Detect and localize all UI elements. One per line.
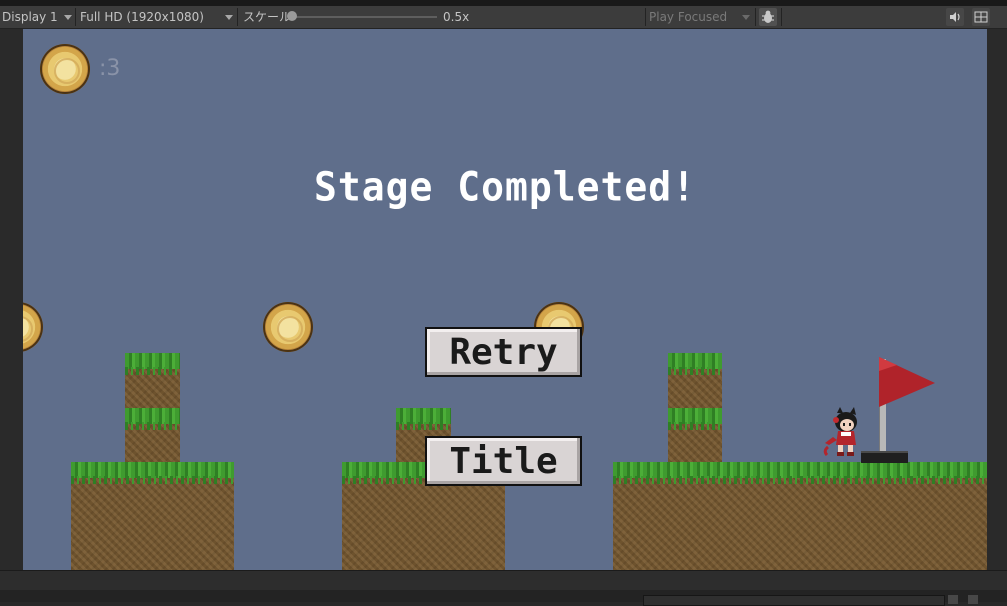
goal-flag-icon	[879, 357, 935, 407]
scale-label: スケール	[243, 10, 292, 24]
collectible-coin-icon	[263, 302, 313, 352]
game-view-toolbar: Display 1 Full HD (1920x1080) スケール 0.5x …	[0, 6, 1007, 29]
toolbar-separator	[755, 8, 756, 26]
display-dropdown[interactable]: Display 1	[2, 9, 58, 25]
status-button[interactable]	[948, 595, 958, 604]
display-dropdown-arrow-icon[interactable]	[64, 15, 72, 20]
collectible-coin-icon	[23, 302, 43, 352]
grass-block	[125, 408, 180, 462]
toolbar-separator	[75, 8, 76, 26]
retry-button[interactable]: Retry	[425, 327, 582, 377]
left-margin	[0, 29, 23, 570]
player-character	[823, 407, 857, 457]
stage-completed-message: Stage Completed!	[313, 163, 697, 211]
toolbar-separator	[781, 8, 782, 26]
ground-platform	[71, 462, 234, 570]
grid-icon[interactable]	[972, 8, 990, 26]
grass-block	[668, 408, 722, 462]
status-button[interactable]	[968, 595, 978, 604]
ground-platform	[613, 462, 987, 570]
bug-icon[interactable]	[759, 8, 777, 26]
title-button[interactable]: Title	[425, 436, 582, 486]
toolbar-separator	[645, 8, 646, 26]
play-mode-dropdown-arrow-icon[interactable]	[742, 15, 750, 20]
hud-coin-icon	[40, 44, 90, 94]
toolbar-separator	[237, 8, 238, 26]
scale-slider-track[interactable]	[290, 16, 437, 18]
scale-value: 0.5x	[443, 10, 470, 24]
resolution-dropdown[interactable]: Full HD (1920x1080)	[80, 9, 204, 25]
play-mode-dropdown[interactable]: Play Focused	[649, 9, 727, 25]
editor-bottom-panel	[0, 570, 1007, 591]
resolution-dropdown-arrow-icon[interactable]	[225, 15, 233, 20]
right-margin	[987, 29, 1007, 570]
grass-block	[668, 353, 722, 408]
console-search-field[interactable]	[643, 595, 945, 606]
grass-block	[125, 353, 180, 408]
coin-count: :3	[99, 56, 121, 81]
goal-flag-base	[861, 451, 908, 463]
speaker-icon[interactable]	[946, 8, 964, 26]
scale-slider-thumb[interactable]	[287, 11, 297, 21]
game-viewport[interactable]: :3 Stage Completed! Retry Title	[23, 29, 987, 570]
